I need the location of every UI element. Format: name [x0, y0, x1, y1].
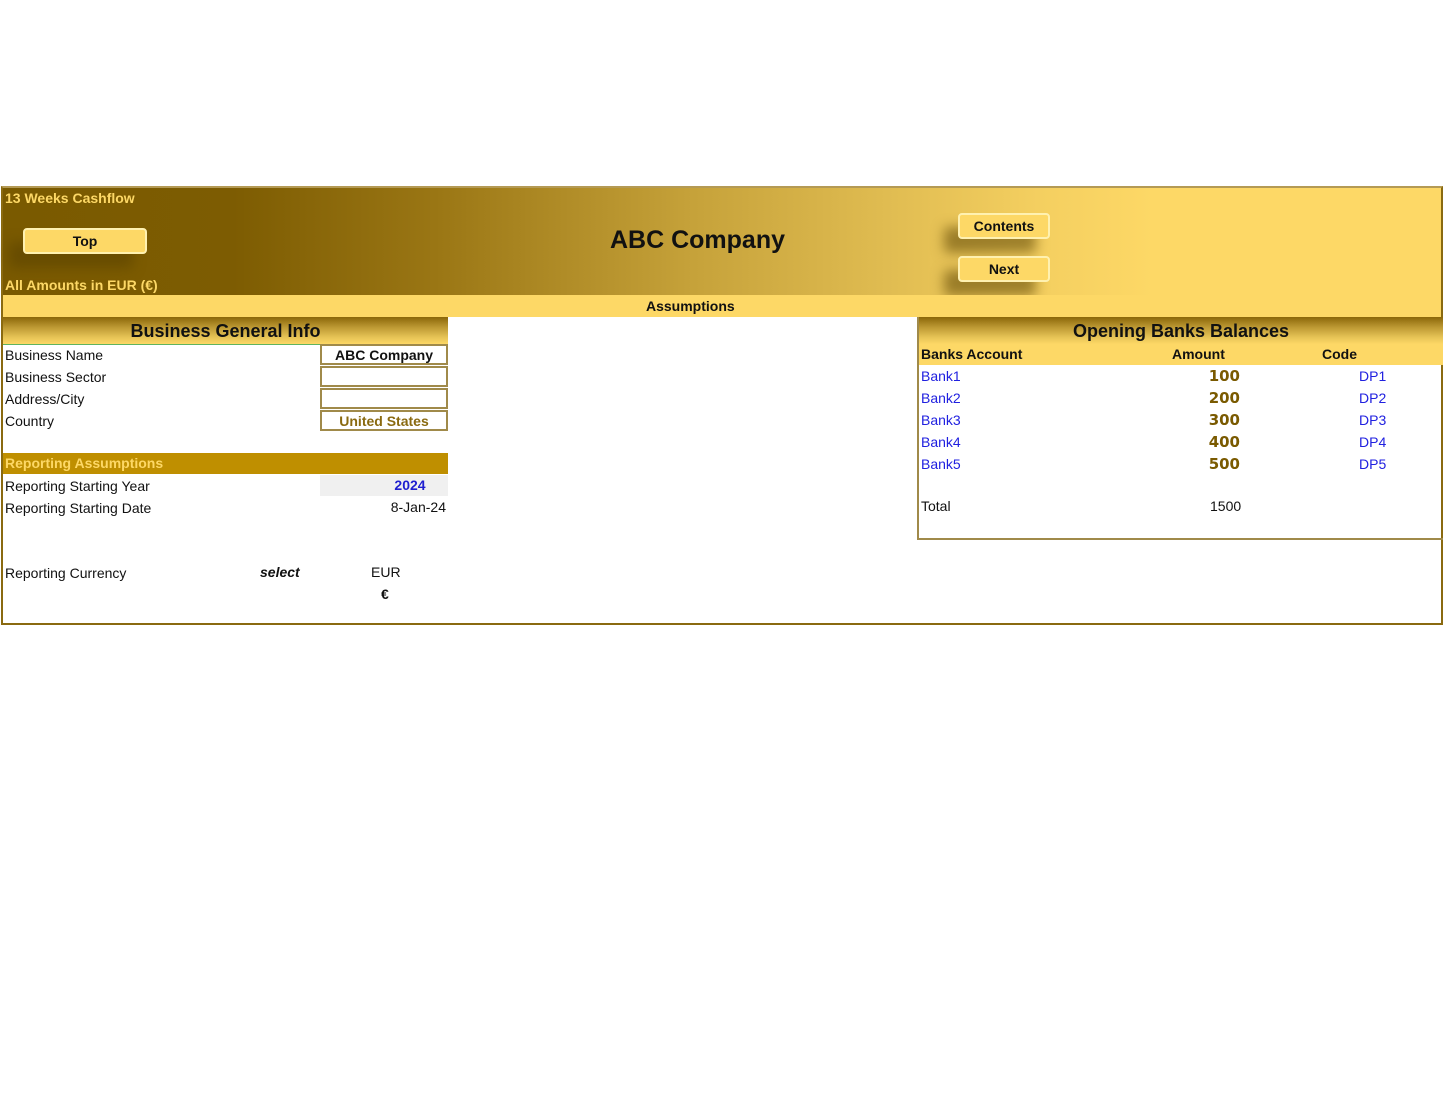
bank-name[interactable]: Bank3	[921, 412, 961, 428]
total-value: 1500	[1210, 498, 1242, 514]
sheet-name-bar: Assumptions	[3, 295, 1441, 317]
bank-amount[interactable]: 300	[1196, 411, 1240, 429]
address-city-input[interactable]	[320, 388, 448, 409]
business-sector-label: Business Sector	[5, 369, 107, 385]
contents-button[interactable]: Contents	[958, 213, 1050, 239]
country-label: Country	[5, 413, 55, 429]
address-city-label: Address/City	[5, 391, 85, 407]
next-button[interactable]: Next	[958, 256, 1050, 282]
bank-name[interactable]: Bank5	[921, 456, 961, 472]
country-input[interactable]: United States	[320, 410, 448, 431]
bank-code: DP1	[1359, 368, 1387, 384]
currency-label: Reporting Currency	[5, 565, 127, 581]
business-name-label: Business Name	[5, 347, 104, 363]
bank-code: DP5	[1359, 456, 1387, 472]
bank-code: DP3	[1359, 412, 1387, 428]
general-info-header: Business General Info	[3, 317, 448, 345]
header-banner: 13 Weeks Cashflow Top All Amounts in EUR…	[3, 188, 1441, 295]
business-sector-input[interactable]	[320, 366, 448, 387]
top-button[interactable]: Top	[23, 228, 147, 254]
starting-date-value: 8-Jan-24	[390, 499, 446, 515]
bank-row: Bank3 300 DP3	[919, 410, 1443, 432]
amounts-note: All Amounts in EUR (€)	[5, 277, 158, 293]
bank-name[interactable]: Bank2	[921, 390, 961, 406]
bank-amount[interactable]: 200	[1196, 389, 1240, 407]
bank-code: DP2	[1359, 390, 1387, 406]
bank-name[interactable]: Bank4	[921, 434, 961, 450]
bank-amount[interactable]: 500	[1196, 455, 1240, 473]
banks-column-header: Banks Account Amount Code	[919, 344, 1443, 365]
company-title: ABC Company	[610, 226, 786, 254]
col-amount: Amount	[1172, 346, 1225, 362]
bank-code: DP4	[1359, 434, 1387, 450]
starting-date-label: Reporting Starting Date	[5, 500, 152, 516]
currency-symbol: €	[381, 586, 389, 602]
starting-year-input[interactable]: 2024	[320, 475, 448, 496]
currency-select-hint: select	[260, 564, 300, 580]
bank-row: Bank1 100 DP1	[919, 366, 1443, 388]
bank-amount[interactable]: 100	[1196, 367, 1240, 385]
bank-row: Bank2 200 DP2	[919, 388, 1443, 410]
col-code: Code	[1322, 346, 1357, 362]
bank-row: Bank5 500 DP5	[919, 454, 1443, 476]
sheet-name: Assumptions	[646, 298, 735, 314]
assumptions-sheet: 13 Weeks Cashflow Top All Amounts in EUR…	[1, 186, 1443, 625]
bank-amount[interactable]: 400	[1196, 433, 1240, 451]
bank-name[interactable]: Bank1	[921, 368, 961, 384]
currency-select[interactable]: EUR	[371, 564, 401, 580]
workbook-title: 13 Weeks Cashflow	[5, 190, 135, 206]
bank-row: Bank4 400 DP4	[919, 432, 1443, 454]
starting-year-label: Reporting Starting Year	[5, 478, 150, 494]
opening-banks-header: Opening Banks Balances	[919, 317, 1443, 344]
col-banks-account: Banks Account	[921, 346, 1023, 362]
total-label: Total	[921, 498, 951, 514]
opening-banks-panel: Opening Banks Balances Banks Account Amo…	[917, 317, 1443, 540]
business-name-input[interactable]: ABC Company	[320, 344, 448, 365]
reporting-assumptions-header: Reporting Assumptions	[3, 453, 448, 474]
